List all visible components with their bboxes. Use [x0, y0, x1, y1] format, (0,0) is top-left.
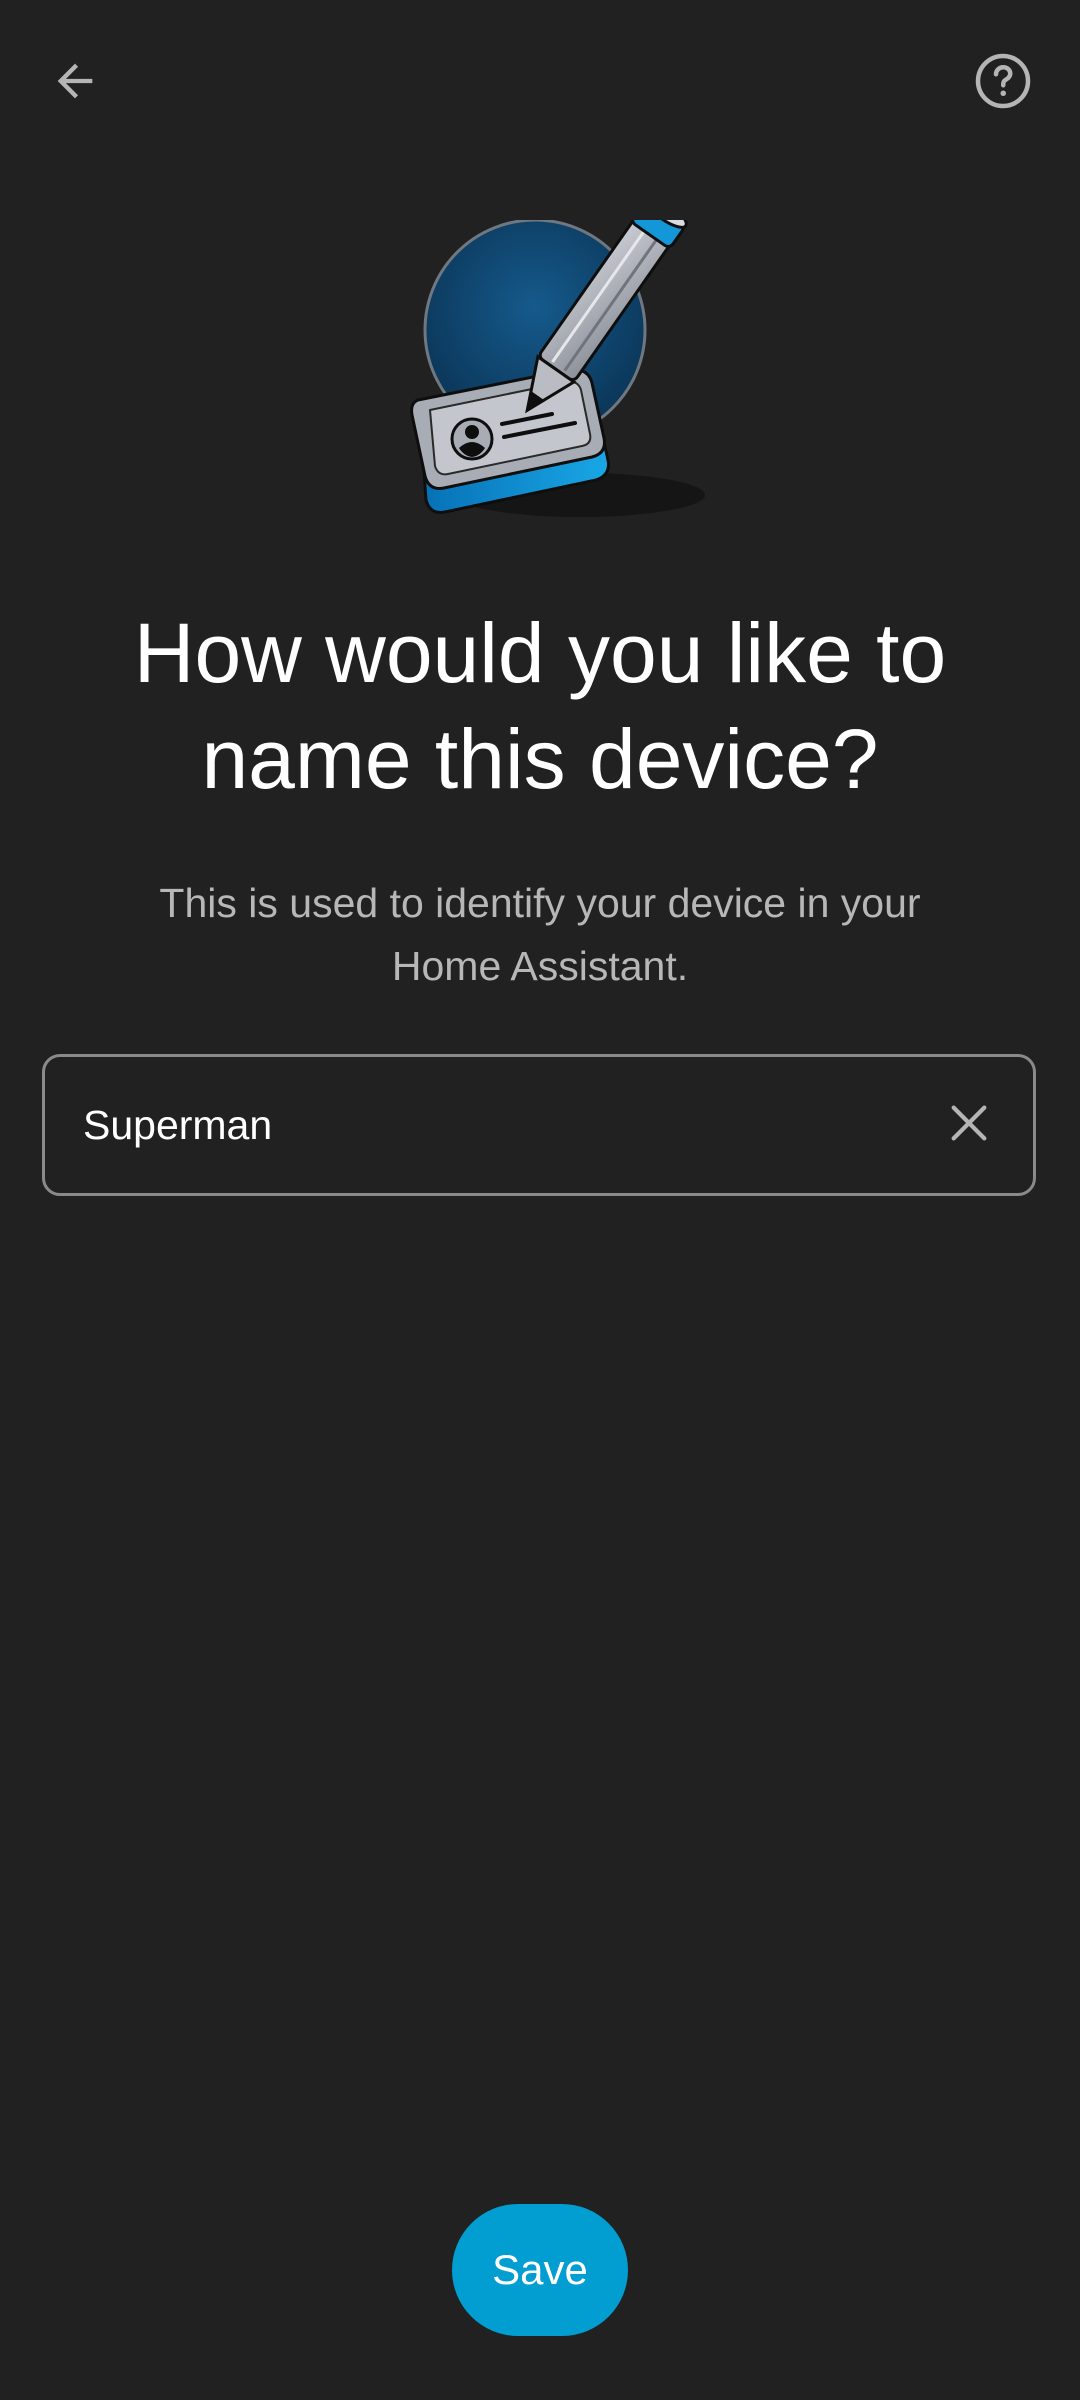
- clear-text-button[interactable]: [919, 1075, 1019, 1175]
- save-button[interactable]: Save: [452, 2204, 628, 2336]
- arrow-left-icon: [49, 55, 101, 112]
- page-title: How would you like to name this device?: [133, 606, 947, 806]
- device-name-input[interactable]: [83, 1057, 913, 1193]
- device-name-screen: How would you like to name this device? …: [0, 0, 1080, 2400]
- id-card-pencil-illustration: [400, 195, 720, 550]
- page-subtitle: This is used to identify your device in …: [159, 880, 921, 989]
- close-icon: [946, 1100, 992, 1151]
- device-name-field[interactable]: [42, 1054, 1036, 1196]
- back-button[interactable]: [20, 28, 130, 138]
- help-circle-icon: [973, 51, 1033, 116]
- help-button[interactable]: [948, 28, 1058, 138]
